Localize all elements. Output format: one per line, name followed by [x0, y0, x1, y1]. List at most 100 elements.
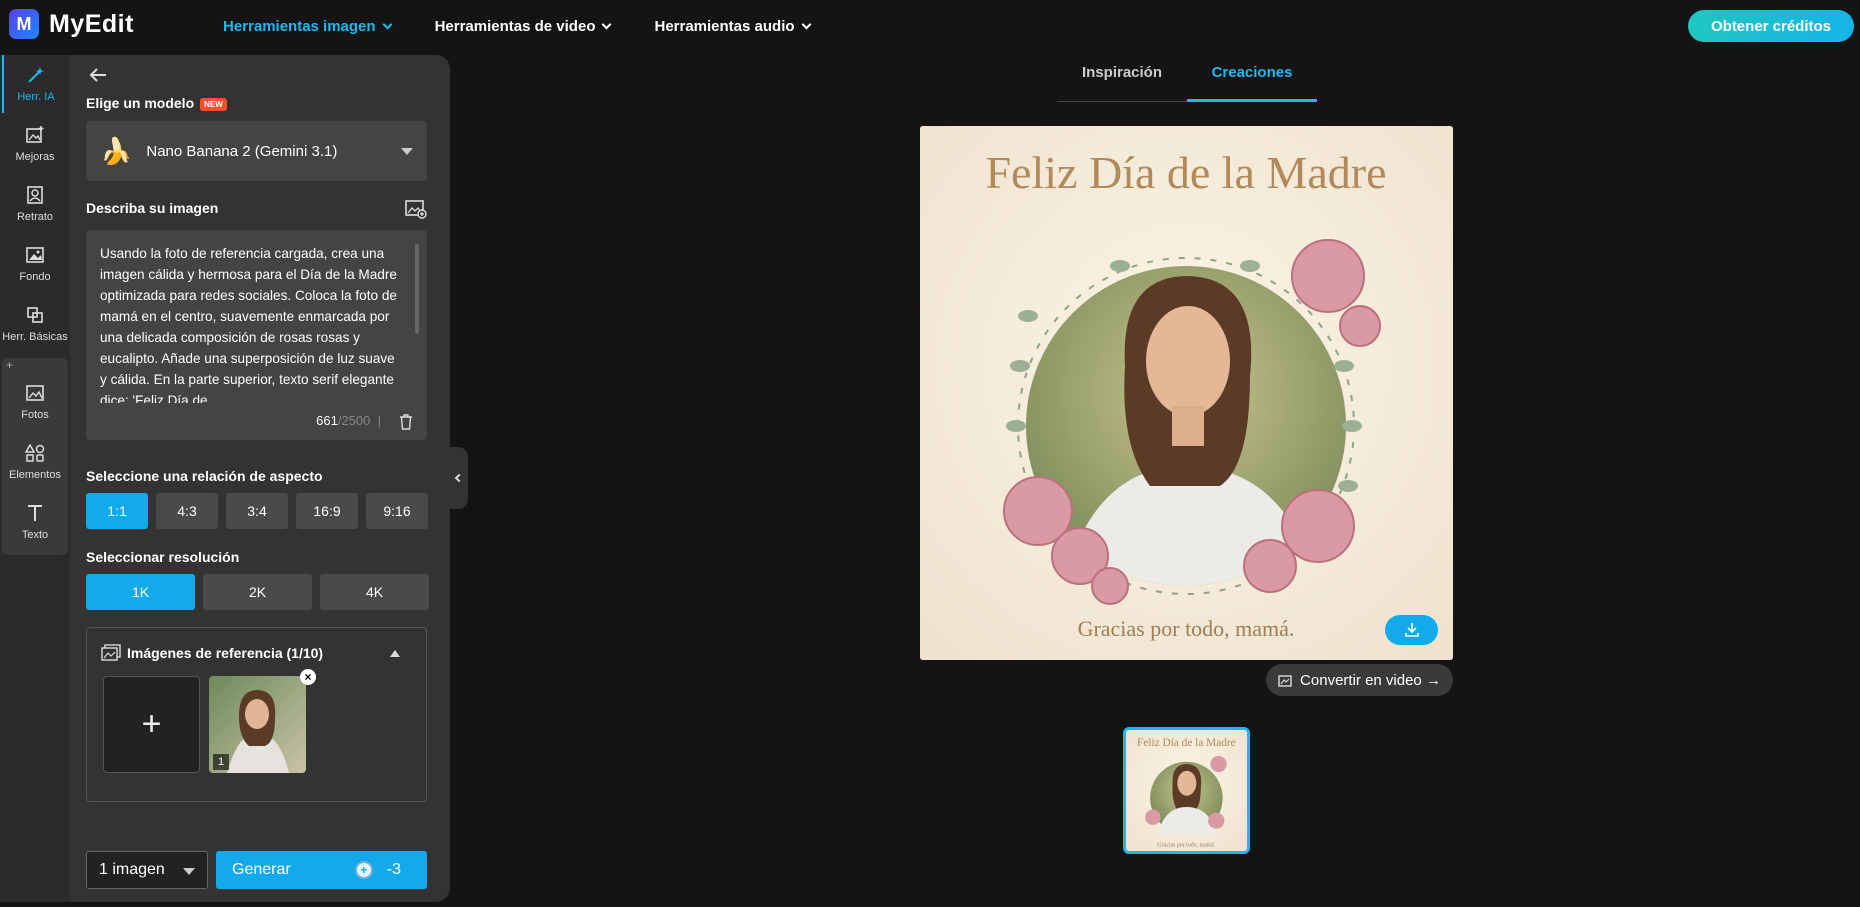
generate-cost: + -3 — [354, 851, 401, 889]
aspect-option-4-3[interactable]: 4:3 — [156, 493, 218, 529]
image-count-value: 1 imagen — [99, 861, 165, 878]
aspect-option-1-1[interactable]: 1:1 — [86, 493, 148, 529]
credit-coin-icon: + — [354, 861, 373, 879]
rail-label: Herr. Básicas — [2, 331, 68, 343]
rail-item-elements[interactable]: Elementos — [2, 433, 68, 491]
resolution-section-title: Seleccionar resolución — [86, 549, 240, 565]
generate-button[interactable]: Generar + -3 — [216, 851, 427, 889]
rail-item-enhance[interactable]: Mejoras — [2, 115, 68, 173]
convert-to-video-label: Convertir en video → — [1300, 671, 1441, 689]
rail-label: Elementos — [9, 469, 61, 481]
nav-audio-tools[interactable]: Herramientas audio — [654, 17, 811, 35]
prompt-scrollbar[interactable] — [415, 244, 419, 334]
generated-image[interactable]: Feliz Día de la Madre Gracias por todo, … — [920, 126, 1453, 660]
dropdown-caret-icon — [183, 868, 195, 875]
download-button[interactable] — [1385, 615, 1438, 645]
thumb-footer: Gracias por todo, mamá. — [1157, 843, 1215, 849]
tab-inspiration[interactable]: Inspiración — [1057, 64, 1187, 102]
nav-video-tools[interactable]: Herramientas de video — [434, 17, 612, 35]
model-select[interactable]: 🍌 Nano Banana 2 (Gemini 3.1) — [86, 121, 427, 181]
dropdown-caret-icon — [401, 148, 413, 155]
generate-label: Generar — [232, 861, 291, 878]
reference-images-title: Imágenes de referencia (1/10) — [127, 645, 324, 661]
model-title-text: Elige un modelo — [86, 95, 195, 111]
resolution-option-4k[interactable]: 4K — [320, 574, 429, 610]
rail-label: Texto — [21, 529, 49, 541]
describe-section-title: Describa su imagen — [86, 200, 219, 216]
get-credits-button[interactable]: Obtener créditos — [1688, 10, 1854, 42]
card-footer: Gracias por todo, mamá. — [1078, 616, 1295, 641]
convert-to-video-button[interactable]: Convertir en video → — [1266, 664, 1453, 696]
chevron-down-icon — [602, 19, 612, 29]
card-title: Feliz Día de la Madre — [985, 147, 1386, 198]
reference-images-header[interactable]: Imágenes de referencia (1/10) — [101, 644, 323, 662]
trash-icon[interactable] — [399, 414, 413, 430]
tab-creations[interactable]: Creaciones — [1187, 64, 1317, 102]
rail-item-photos[interactable]: Fotos — [2, 373, 68, 431]
reference-images-panel: Imágenes de referencia (1/10) + 1 × — [86, 627, 427, 802]
aspect-section-title: Seleccione una relación de aspecto — [86, 468, 323, 484]
text-icon — [24, 503, 46, 523]
back-arrow-icon[interactable] — [88, 63, 108, 89]
thumb-title: Feliz Día de la Madre — [1137, 737, 1236, 749]
result-tabs: Inspiración Creaciones — [1057, 64, 1317, 102]
rail-label: Retrato — [16, 211, 54, 223]
nav-image-tools-label: Herramientas imagen — [223, 17, 376, 35]
basic-tools-icon — [24, 305, 46, 325]
top-bar: M MyEdit Herramientas imagen Herramienta… — [0, 0, 1860, 52]
char-count-max: /2500 — [337, 413, 371, 428]
shapes-icon — [24, 443, 46, 463]
reference-index: 1 — [213, 754, 229, 770]
rail-item-basic-tools[interactable]: Herr. Básicas — [2, 295, 68, 353]
panel-collapse-handle[interactable] — [450, 447, 468, 509]
generate-cost-value: -3 — [386, 861, 401, 878]
app-logo[interactable]: M MyEdit — [9, 9, 134, 39]
nav-audio-tools-label: Herramientas audio — [654, 17, 795, 35]
creation-thumbnail[interactable]: Feliz Día de la Madre Gracias por todo, … — [1123, 727, 1250, 854]
download-icon — [1404, 623, 1419, 637]
rail-label: Mejoras — [15, 151, 55, 163]
logo-mark: M — [9, 9, 39, 39]
aspect-option-9-16[interactable]: 9:16 — [366, 493, 428, 529]
rail-item-ai-tools[interactable]: Herr. IA — [2, 55, 68, 113]
prompt-textarea[interactable]: Usando la foto de referencia cargada, cr… — [86, 230, 427, 440]
aspect-option-3-4[interactable]: 3:4 — [226, 493, 288, 529]
rail-item-text[interactable]: Texto — [2, 493, 68, 551]
resolution-group: 1K 2K 4K — [86, 574, 429, 610]
nav-video-tools-label: Herramientas de video — [434, 17, 596, 35]
resolution-option-1k[interactable]: 1K — [86, 574, 195, 610]
banana-icon: 🍌 — [100, 135, 133, 166]
image-prompt-icon[interactable] — [405, 199, 427, 219]
model-name: Nano Banana 2 (Gemini 3.1) — [146, 142, 338, 160]
rail-label: Fondo — [19, 271, 51, 283]
collapse-up-icon[interactable] — [390, 650, 400, 657]
image-count-select[interactable]: 1 imagen — [86, 851, 208, 889]
prompt-text: Usando la foto de referencia cargada, cr… — [100, 246, 397, 403]
magic-wand-icon — [25, 65, 47, 85]
image-enhance-icon — [24, 125, 46, 145]
chevron-down-icon — [382, 19, 393, 29]
chevron-left-icon — [454, 473, 464, 483]
portrait-icon — [24, 185, 46, 205]
model-section-title: Elige un modelo NEW — [86, 95, 227, 111]
remove-reference-icon[interactable]: × — [300, 669, 316, 685]
new-badge: NEW — [200, 97, 227, 111]
char-count-value: 661 — [316, 413, 338, 428]
rail-item-background[interactable]: Fondo — [2, 235, 68, 293]
add-reference-button[interactable]: + — [103, 676, 200, 773]
char-count-separator: | — [377, 413, 381, 428]
video-icon — [1278, 674, 1292, 687]
background-icon — [24, 245, 46, 265]
rail-add-icon[interactable]: + — [6, 358, 13, 372]
chevron-down-icon — [801, 19, 811, 29]
rail-label: Herr. IA — [17, 91, 55, 103]
aspect-option-16-9[interactable]: 16:9 — [296, 493, 358, 529]
resolution-option-2k[interactable]: 2K — [203, 574, 312, 610]
gallery-icon — [101, 644, 121, 662]
rail-item-portrait[interactable]: Retrato — [2, 175, 68, 233]
photo-icon — [24, 383, 46, 403]
top-navigation: Herramientas imagen Herramientas de vide… — [223, 0, 854, 52]
char-counter: 661/2500 | — [316, 413, 381, 428]
nav-image-tools[interactable]: Herramientas imagen — [223, 17, 393, 35]
rail-label: Fotos — [21, 409, 49, 421]
